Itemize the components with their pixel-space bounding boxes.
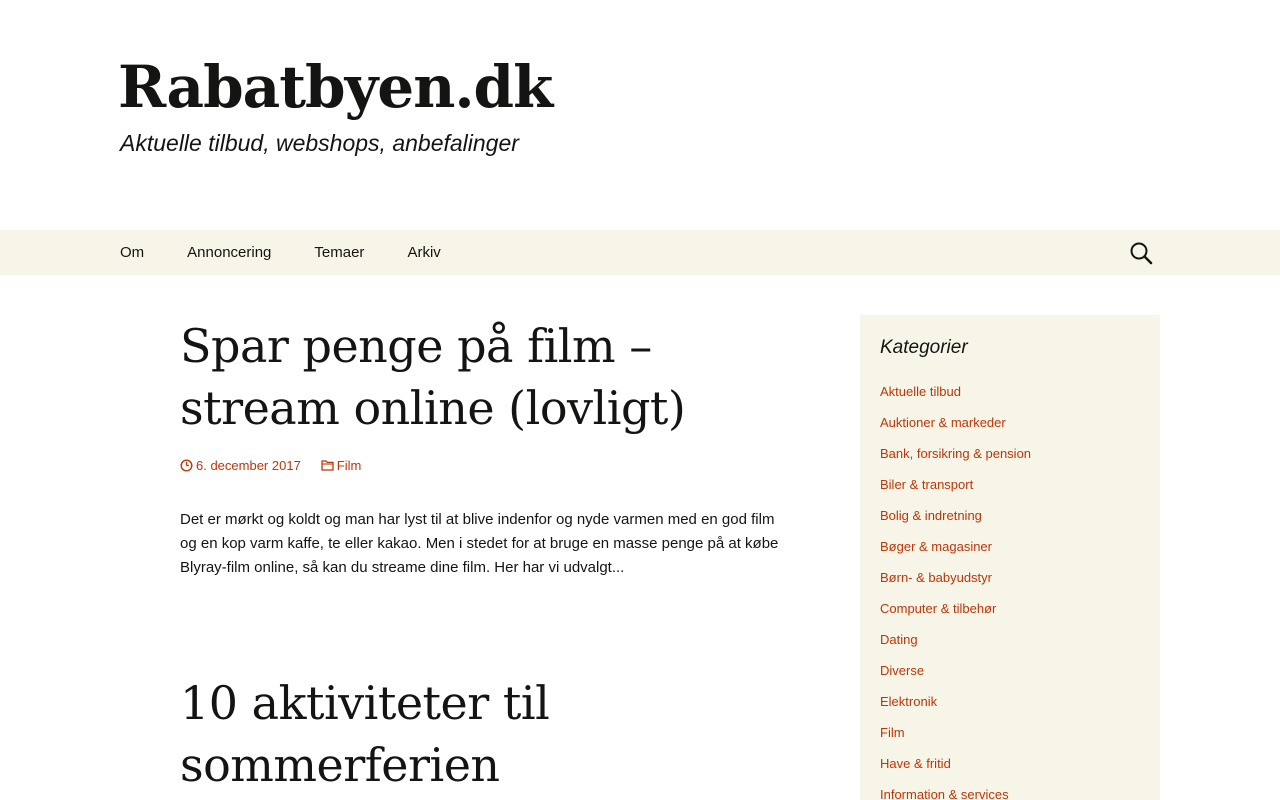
search-icon-graphic [1130,242,1153,265]
post-date-link[interactable]: 6. december 2017 [180,458,301,473]
category-list: Aktuelle tilbud Auktioner & markeder Ban… [880,376,1140,800]
main-navigation: Om Annoncering Temaer Arkiv [0,230,1280,275]
post-title-line[interactable]: Spar penge på film – [180,319,652,373]
category-link[interactable]: Computer & tilbehør [880,593,1140,624]
post-article: Spar penge på film – stream online (lovl… [180,315,790,580]
site-title[interactable]: Rabatbyen.dk [118,50,553,124]
nav-item-annoncering[interactable]: Annoncering [187,244,271,261]
category-link[interactable]: Elektronik [880,686,1140,717]
site-header: Rabatbyen.dk Aktuelle tilbud, webshops, … [0,0,1280,230]
category-link[interactable]: Diverse [880,655,1140,686]
content-area: Spar penge på film – stream online (lovl… [180,315,790,792]
folder-icon [321,460,334,471]
category-link[interactable]: Film [880,717,1140,748]
category-link[interactable]: Auktioner & markeder [880,407,1140,438]
category-link[interactable]: Aktuelle tilbud [880,376,1140,407]
category-link[interactable]: Dating [880,624,1140,655]
category-link[interactable]: Biler & transport [880,469,1140,500]
widget-title: Kategorier [880,337,968,358]
nav-menu: Om Annoncering Temaer Arkiv [120,230,484,275]
post-title-line[interactable]: sommerferien [180,738,500,792]
post-meta: 6. december 2017 Film [180,455,790,475]
category-link[interactable]: Bolig & indretning [880,500,1140,531]
post-title-line[interactable]: stream online (lovligt) [180,381,686,435]
post-date[interactable]: 6. december 2017 [196,458,301,473]
category-link[interactable]: Information & services [880,779,1140,800]
post-article: 10 aktiviteter til sommerferien [180,672,790,796]
nav-item-om[interactable]: Om [120,244,144,261]
clock-icon [180,458,193,472]
post-category-link[interactable]: Film [321,458,362,473]
category-link[interactable]: Have & fritid [880,748,1140,779]
post-title[interactable]: Spar penge på film – stream online (lovl… [180,315,790,439]
post-summary: Det er mørkt og koldt og man har lyst ti… [180,511,779,576]
post-category[interactable]: Film [337,458,362,473]
sidebar-widget-area: Kategorier Aktuelle tilbud Auktioner & m… [860,315,1160,800]
post-title-line[interactable]: 10 aktiviteter til [180,676,550,730]
category-link[interactable]: Børn- & babyudstyr [880,562,1140,593]
category-link[interactable]: Bank, forsikring & pension [880,438,1140,469]
nav-item-temaer[interactable]: Temaer [314,244,364,261]
search-icon[interactable] [1128,240,1154,266]
category-link[interactable]: Bøger & magasiner [880,531,1140,562]
post-title[interactable]: 10 aktiviteter til sommerferien [180,672,790,796]
site-description: Aktuelle tilbud, webshops, anbefalinger [120,130,519,156]
nav-item-arkiv[interactable]: Arkiv [407,244,440,261]
